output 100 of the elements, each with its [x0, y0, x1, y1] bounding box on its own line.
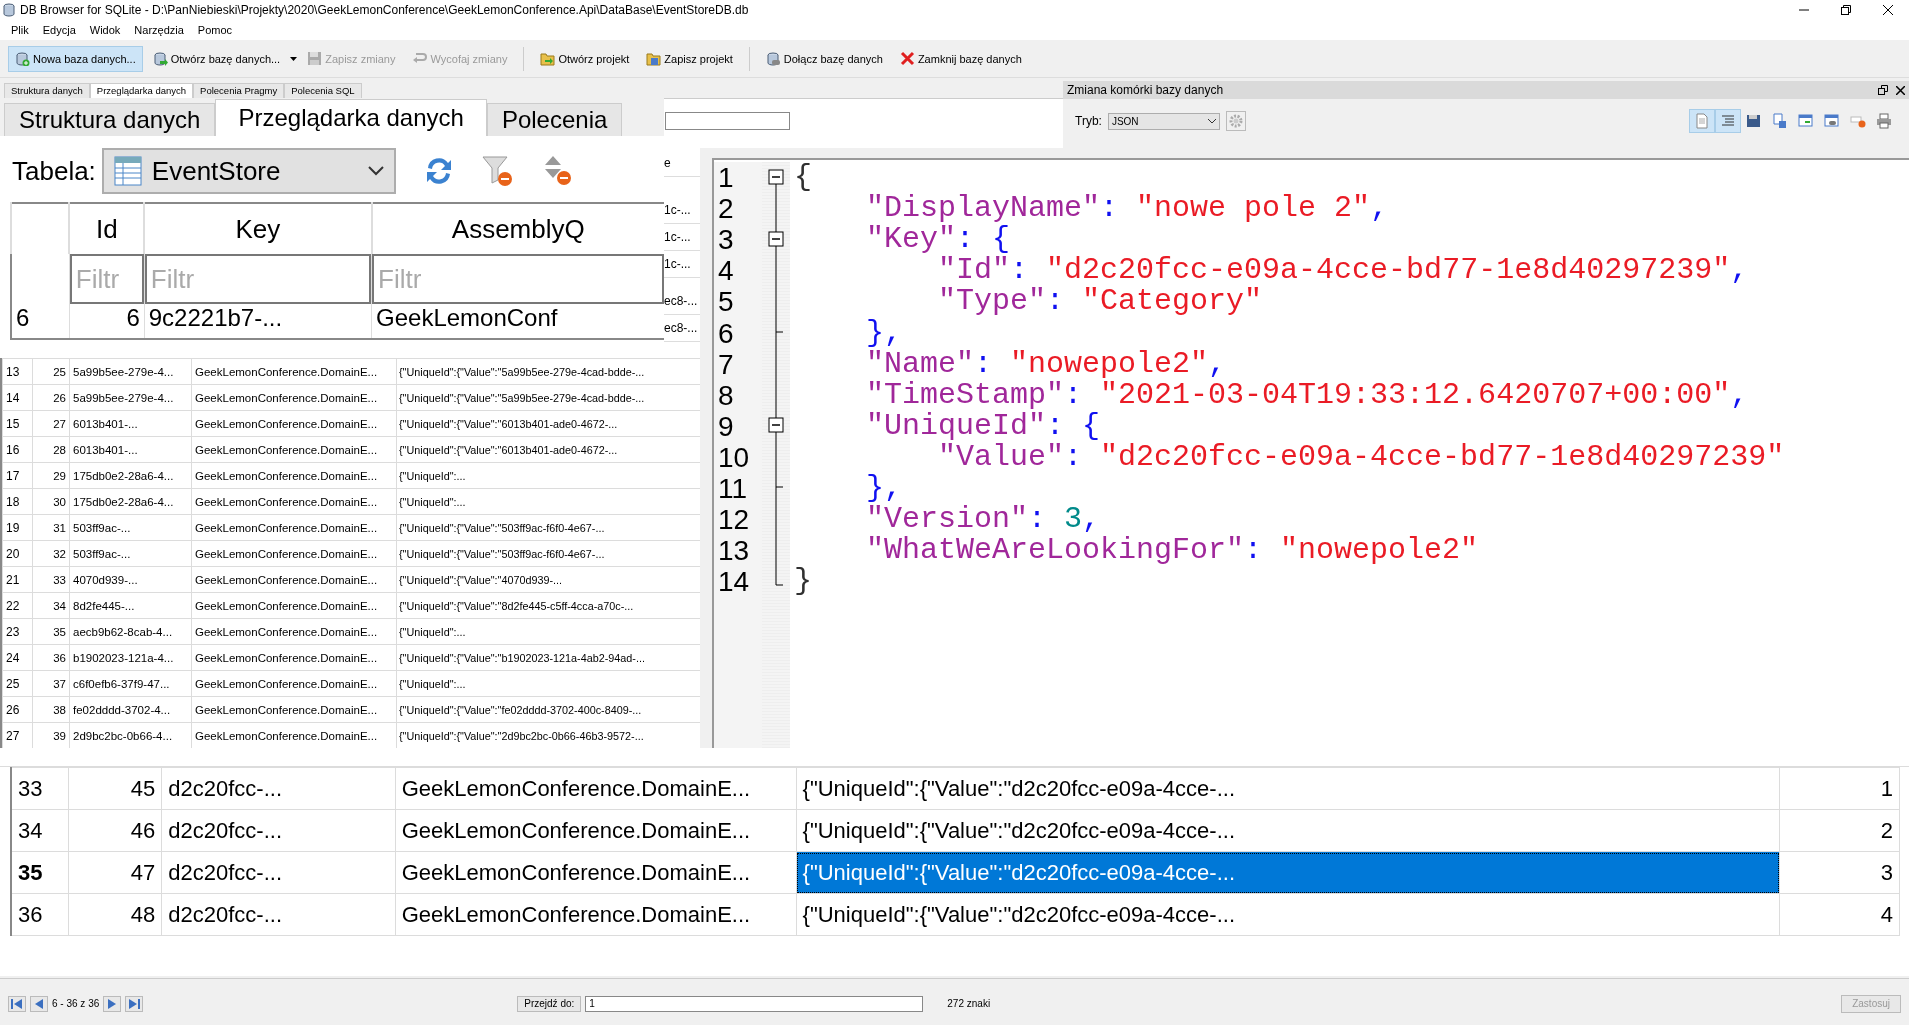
table-cell[interactable]: 1 [1779, 767, 1900, 810]
undo-icon [412, 51, 428, 66]
table-cell[interactable]: d2c20fcc-... [161, 809, 396, 852]
toolbar-button[interactable]: Dołącz bazę danych [758, 45, 890, 72]
menu-item[interactable]: Pomoc [190, 24, 240, 36]
row-number: 19 [2, 514, 33, 541]
row-number: 36 [11, 893, 69, 936]
table-cell[interactable]: {"UniqueId":{"Value":"d2c20fcc-e09a-4cce-... [796, 893, 1780, 936]
database-plus-icon [15, 51, 30, 66]
table-cell: 8d2fe445-... [69, 592, 192, 619]
line-number: 7 [718, 348, 734, 380]
table-cell: GeekLemonConference.DomainE... [191, 540, 397, 567]
code-line: "Key": { [865, 224, 1012, 256]
restore-icon [1841, 5, 1851, 15]
float-icon [1878, 85, 1888, 95]
table-cell: GeekLemonConference.DomainE... [191, 566, 397, 593]
go-to-field[interactable]: 1 [585, 995, 924, 1012]
json-editor[interactable] [712, 158, 1909, 748]
toolbar-button[interactable]: Otwórz bazę danych... [145, 45, 288, 72]
line-number: 5 [718, 286, 734, 318]
window-link-icon [1824, 113, 1840, 129]
row-number: 35 [11, 851, 69, 894]
table-cell: 6 [69, 304, 145, 339]
text-field[interactable] [665, 112, 790, 130]
table-cell[interactable]: 46 [68, 809, 162, 852]
panel-title: Zmiana komórki bazy danych [1067, 83, 1225, 97]
toolbar-button[interactable]: Nowa baza danych... [8, 45, 143, 72]
table-cell: 6013b401-... [69, 410, 192, 437]
table-cell[interactable]: {"UniqueId":{"Value":"d2c20fcc-e09a-4cce-... [796, 851, 1780, 894]
table-cell: 175db0e2-28a6-4... [69, 488, 192, 515]
last-page-icon [128, 998, 141, 1009]
table-cell: 35 [32, 618, 70, 645]
table-dropdown[interactable]: EventStore [101, 148, 396, 194]
table-cell: 4070d939-... [69, 566, 192, 593]
filter-field[interactable]: Filtr [69, 254, 144, 304]
code-line: "Id": "d2c20fcc-e09a-4cce-bd77-1e8d40297239", [937, 255, 1750, 287]
code-line: }, [865, 472, 904, 505]
code-line: "Type": "Category" [937, 286, 1264, 318]
table-cell[interactable]: GeekLemonConference.DomainE... [395, 809, 797, 852]
first-page-button[interactable] [8, 995, 26, 1012]
close-icon [1896, 85, 1905, 95]
table-cell[interactable]: GeekLemonConference.DomainE... [395, 893, 797, 936]
settings-icon [1228, 114, 1243, 128]
table-cell: GeekLemonConference.DomainE... [191, 410, 397, 437]
toolbar-button[interactable]: Otwórz projekt [533, 45, 637, 72]
table-cell: GeekLemonConference.DomainE... [191, 462, 397, 489]
table-cell: 34 [32, 592, 70, 619]
filter-clear-icon [481, 154, 514, 188]
menu-item[interactable]: Widok [82, 24, 128, 36]
floppy-icon [307, 51, 323, 66]
table-cell[interactable]: d2c20fcc-... [161, 767, 396, 810]
go-to-button[interactable]: Przejdź do: [517, 995, 582, 1012]
table-cell[interactable]: 3 [1779, 851, 1900, 894]
table-cell[interactable]: 4 [1779, 893, 1900, 936]
tab[interactable]: Przeglądarka danych [89, 83, 194, 98]
table-cell[interactable]: {"UniqueId":{"Value":"d2c20fcc-e09a-4cce-... [796, 767, 1780, 810]
tab[interactable]: Przeglądarka danych [215, 99, 487, 136]
row-number: 23 [2, 618, 33, 645]
table-cell: 33 [32, 566, 70, 593]
row-number: 20 [2, 540, 33, 567]
table-cell: GeekLemonConference.DomainE... [191, 592, 397, 619]
table-cell[interactable]: GeekLemonConference.DomainE... [395, 767, 797, 810]
table-cell: 27 [32, 410, 70, 437]
code-line: }, [865, 317, 904, 349]
table-cell[interactable]: 47 [68, 851, 162, 894]
table-cell[interactable]: d2c20fcc-... [161, 851, 396, 894]
toolbar-button[interactable]: Zamknij bazę danych [892, 45, 1029, 72]
filter-field[interactable]: Filtr [144, 254, 372, 304]
row-number: 15 [2, 410, 33, 437]
menu-item[interactable]: Narzędzia [127, 24, 191, 36]
table-cell[interactable]: 45 [68, 767, 162, 810]
table-cell[interactable]: d2c20fcc-... [161, 893, 396, 936]
table-cell: b1902023-121a-4... [69, 644, 192, 671]
database-arrow-icon [152, 51, 168, 66]
table-cell[interactable]: 2 [1779, 809, 1900, 852]
menu-item[interactable]: Edycja [35, 24, 83, 36]
table-cell: 31 [32, 514, 70, 541]
filter-field[interactable]: Filtr [372, 254, 664, 304]
next-page-button[interactable] [103, 995, 122, 1012]
mode-dropdown[interactable]: JSON [1107, 112, 1220, 130]
table-cell[interactable]: GeekLemonConference.DomainE... [395, 851, 797, 894]
tab[interactable]: Struktura danych [4, 83, 90, 98]
menu-item[interactable]: Plik [4, 24, 36, 36]
table-cell[interactable]: {"UniqueId":{"Value":"d2c20fcc-e09a-4cce-... [796, 809, 1780, 852]
row-number: 34 [11, 809, 69, 852]
tab[interactable]: Polecenia Pragmy [193, 83, 285, 98]
toolbar-button[interactable]: Zapisz projekt [639, 45, 740, 72]
table-icon [113, 156, 142, 186]
row-number: 18 [2, 488, 33, 515]
table-cell[interactable]: 48 [68, 893, 162, 936]
previous-page-button[interactable] [30, 995, 48, 1012]
page-icon [1694, 113, 1710, 129]
table-cell: 9c2221b7-... [144, 304, 372, 339]
tab[interactable]: Polecenia [486, 103, 623, 136]
tab[interactable]: Struktura danych [4, 103, 216, 136]
table-cell: 6013b401-... [69, 436, 192, 463]
tab[interactable]: Polecenia SQL [284, 83, 362, 98]
last-page-button[interactable] [125, 995, 144, 1012]
table-cell: 28 [32, 436, 70, 463]
toolbar-button[interactable] [1715, 109, 1741, 133]
